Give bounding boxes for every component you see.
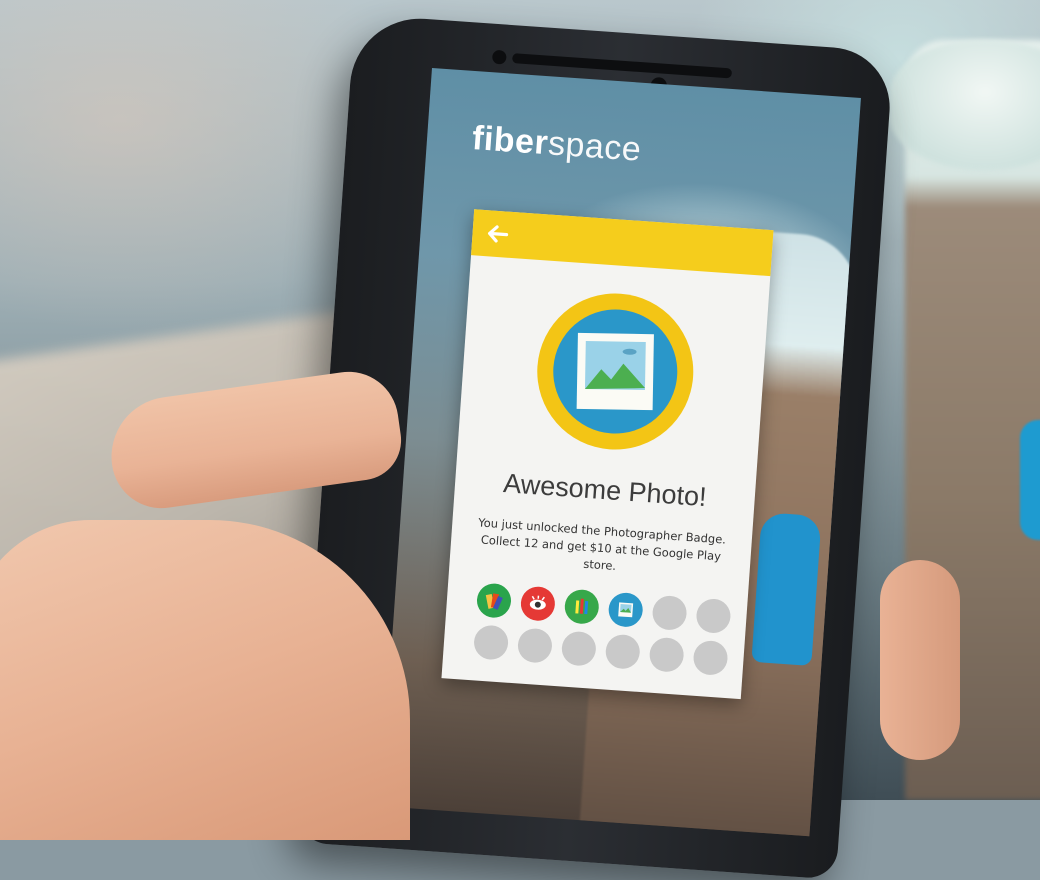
photo-badge[interactable]	[607, 591, 644, 628]
eye-badge[interactable]	[519, 585, 557, 622]
photographer-badge	[532, 288, 699, 455]
phone-sensor	[491, 49, 507, 65]
badge-description: You just unlocked the Photographer Badge…	[477, 515, 727, 574]
coffee-cup-lid	[890, 40, 1040, 170]
arrow-left-icon[interactable]	[484, 220, 512, 248]
locked-badge-slot[interactable]	[472, 624, 510, 661]
logo-light-text: space	[546, 124, 643, 169]
locked-badge-slot[interactable]	[560, 630, 597, 667]
hand-finger	[880, 560, 960, 760]
phone-speaker	[511, 53, 733, 79]
pencils-badge[interactable]	[563, 588, 600, 625]
phone-screen: fiberspace Awesome Photo! You just unloc…	[380, 68, 861, 837]
locked-badge-slot[interactable]	[648, 636, 685, 673]
pencils-icon	[575, 598, 589, 615]
eye-icon	[529, 595, 546, 610]
palette-icon	[485, 593, 503, 610]
locked-badge-slot[interactable]	[516, 627, 554, 664]
palette-badge[interactable]	[475, 582, 513, 619]
blue-bottle-logo	[1020, 420, 1040, 540]
badge-title: Awesome Photo!	[502, 468, 708, 513]
photo-icon	[618, 602, 634, 618]
app-logo: fiberspace	[471, 119, 643, 170]
locked-badge-slot[interactable]	[692, 639, 729, 677]
screen-bottle-logo	[751, 512, 822, 666]
card-header-bar	[471, 209, 774, 277]
badge-collection-grid	[472, 582, 738, 677]
locked-badge-slot[interactable]	[651, 594, 688, 632]
logo-bold-text: fiber	[470, 119, 550, 163]
locked-badge-slot[interactable]	[695, 597, 732, 635]
locked-badge-slot[interactable]	[604, 633, 641, 670]
photo-badge-icon	[576, 332, 654, 411]
badge-card: Awesome Photo! You just unlocked the Pho…	[441, 209, 774, 700]
